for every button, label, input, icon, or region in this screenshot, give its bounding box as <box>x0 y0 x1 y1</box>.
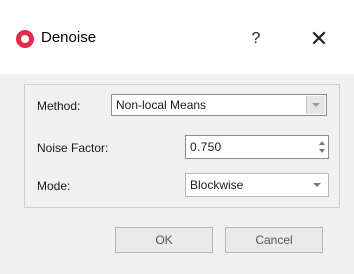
method-dropdown-button[interactable] <box>306 96 325 114</box>
app-logo-icon <box>16 30 34 48</box>
noise-factor-value: 0.750 <box>190 140 222 154</box>
window-title: Denoise <box>41 29 97 46</box>
title-bar: Denoise ? ✕ <box>0 0 354 74</box>
method-label: Method: <box>37 99 81 113</box>
noise-factor-label: Noise Factor: <box>37 141 109 155</box>
chevron-down-icon <box>313 183 321 187</box>
ok-button[interactable]: OK <box>115 227 213 253</box>
mode-label: Mode: <box>37 179 71 193</box>
help-button[interactable]: ? <box>241 26 271 52</box>
close-button[interactable]: ✕ <box>302 24 336 54</box>
spin-down-icon[interactable] <box>319 149 325 153</box>
spin-up-icon[interactable] <box>319 141 325 145</box>
mode-value: Blockwise <box>190 178 244 192</box>
method-value: Non-local Means <box>116 98 207 112</box>
method-dropdown[interactable]: Non-local Means <box>111 94 327 116</box>
noise-factor-spinbox[interactable]: 0.750 <box>185 135 329 159</box>
cancel-button[interactable]: Cancel <box>225 227 323 253</box>
settings-group: Method: Non-local Means Noise Factor: 0.… <box>24 84 340 208</box>
chevron-down-icon <box>312 103 320 107</box>
mode-dropdown[interactable]: Blockwise <box>185 173 329 197</box>
